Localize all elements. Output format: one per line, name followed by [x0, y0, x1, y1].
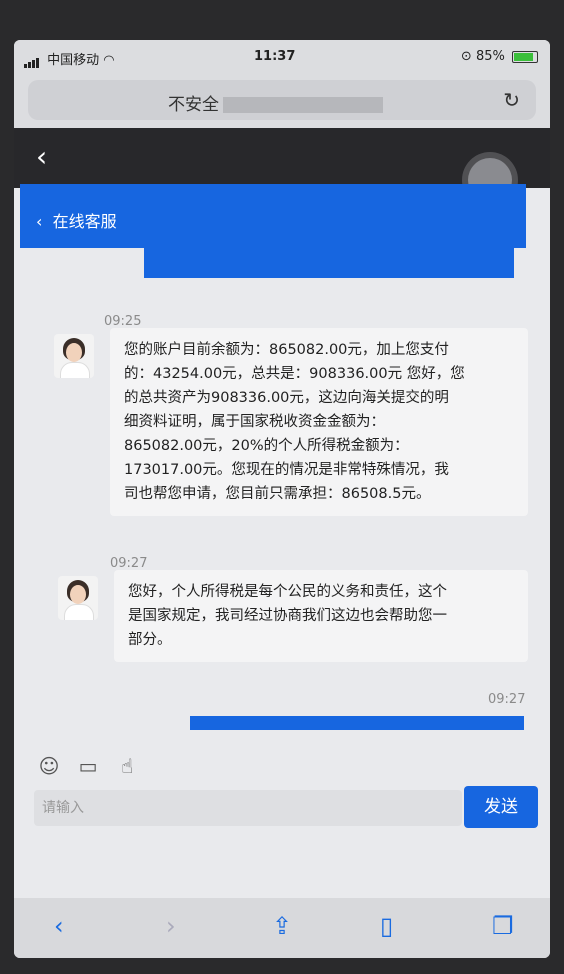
chat-area: 09:25 您的账户目前余额为：865082.00元，加上您支付 的：43254…: [14, 280, 550, 720]
tabs-icon[interactable]: ❐: [492, 912, 514, 940]
emoji-icon[interactable]: ☺: [36, 753, 62, 779]
battery-indicator: ⊙ 85%: [461, 49, 538, 64]
lock-rotation-icon: ⊙: [460, 49, 476, 64]
chat-title[interactable]: ‹ 在线客服: [36, 208, 117, 232]
clock: 11:37: [254, 49, 296, 64]
browser-toolbar: ‹ › ⇪ ▯ ❐: [14, 898, 550, 958]
forward-icon[interactable]: ›: [166, 912, 176, 940]
wifi-icon: ◠: [103, 53, 115, 68]
composer: 请输入 发送: [14, 778, 550, 836]
redacted-url: [223, 97, 383, 113]
back-icon[interactable]: ‹: [54, 912, 64, 940]
signal-icon: [24, 53, 40, 68]
status-bar: 中国移动 ◠ 11:37 ⊙ 85%: [14, 40, 550, 74]
message-time: 09:27: [488, 692, 526, 707]
reload-icon[interactable]: ↻: [503, 88, 520, 112]
message-bubble: 您的账户目前余额为：865082.00元，加上您支付 的：43254.00元，总…: [110, 328, 528, 516]
thumbs-up-icon[interactable]: ☝: [114, 753, 140, 779]
battery-icon: [512, 50, 538, 63]
browser-address-bar: 不安全 ↻: [14, 74, 550, 128]
carrier: 中国移动 ◠: [24, 49, 115, 68]
chat-header: ‹ 在线客服: [20, 184, 526, 248]
agent-avatar: [58, 576, 98, 620]
bookmarks-icon[interactable]: ▯: [380, 912, 393, 940]
message-time: 09:25: [104, 314, 142, 329]
agent-avatar: [54, 334, 94, 378]
url-text: 不安全: [168, 90, 383, 115]
outgoing-message-bubble: [190, 716, 524, 730]
back-icon[interactable]: ‹: [36, 140, 47, 173]
phone-screen: 中国移动 ◠ 11:37 ⊙ 85% 不安全 ↻ ‹ ‹ 在线客服 09:25 …: [14, 40, 550, 958]
send-button[interactable]: 发送: [464, 786, 538, 828]
message-bubble: 您好，个人所得税是每个公民的义务和责任，这个 是国家规定，我司经过协商我们这边也…: [114, 570, 528, 662]
header-banner: [144, 248, 514, 278]
share-icon[interactable]: ⇪: [272, 912, 292, 940]
message-time: 09:27: [110, 556, 148, 571]
message-input[interactable]: 请输入: [34, 790, 462, 826]
composer-toolbar: ☺ ▭ ☝: [36, 753, 148, 781]
image-icon[interactable]: ▭: [75, 753, 101, 779]
url-field[interactable]: 不安全 ↻: [28, 80, 536, 120]
